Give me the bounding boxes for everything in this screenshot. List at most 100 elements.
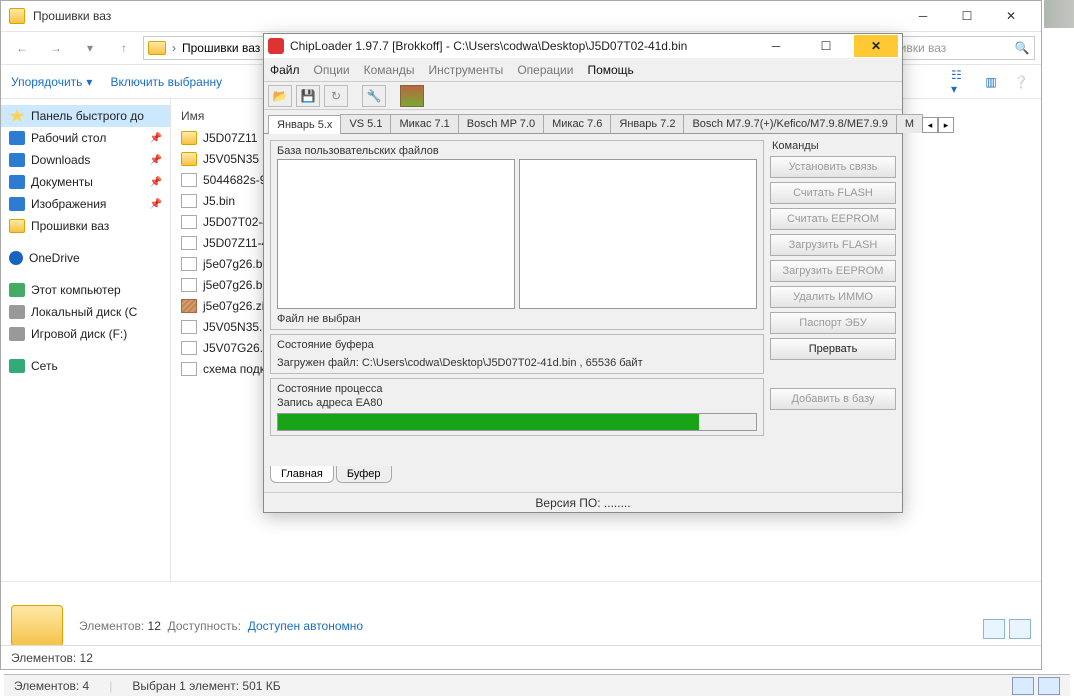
navigation-pane: Панель быстрого до Рабочий стол📌 Downloa…: [1, 99, 171, 581]
chip-title: ChipLoader 1.97.7 [Brokkoff] - C:\Users\…: [290, 39, 748, 53]
status-bar: Версия ПО: ........: [264, 492, 902, 512]
nav-localdisk[interactable]: Локальный диск (C: [1, 301, 170, 323]
process-label: Состояние процесса: [277, 383, 757, 395]
window-title: Прошивки ваз: [33, 9, 901, 23]
minimize-button[interactable]: ─: [754, 35, 798, 57]
read-eeprom-button[interactable]: Считать EEPROM: [770, 208, 896, 230]
tab-scroll-right[interactable]: ▸: [938, 117, 954, 133]
process-group: Состояние процесса Запись адреса EA80: [270, 378, 764, 436]
pin-icon: 📌: [150, 155, 162, 166]
menu-operations[interactable]: Операции: [517, 63, 573, 77]
nav-desktop[interactable]: Рабочий стол📌: [1, 127, 170, 149]
cloud-icon: [9, 251, 23, 265]
userfiles-left-list[interactable]: [277, 159, 515, 309]
reload-button[interactable]: ↻: [324, 85, 348, 107]
help-icon[interactable]: ❔: [1011, 73, 1031, 91]
folder-icon: [9, 8, 25, 24]
nav-images[interactable]: Изображения📌: [1, 193, 170, 215]
tab-mikas76[interactable]: Микас 7.6: [543, 114, 611, 133]
tab-buffer[interactable]: Буфер: [336, 466, 392, 483]
file-icon: [181, 236, 197, 250]
search-input[interactable]: шивки ваз 🔍: [885, 36, 1035, 60]
breadcrumb-item[interactable]: Прошивки ваз: [182, 41, 260, 55]
view-details-button[interactable]: [983, 619, 1005, 639]
view-details-button[interactable]: [1012, 677, 1034, 695]
menu-commands[interactable]: Команды: [364, 63, 415, 77]
drive-icon: [9, 327, 25, 341]
menu-help[interactable]: Помощь: [587, 63, 633, 77]
save-button[interactable]: 💾: [296, 85, 320, 107]
history-dropdown[interactable]: ▾: [75, 35, 105, 61]
progress-fill: [278, 414, 699, 430]
passport-button[interactable]: Паспорт ЭБУ: [770, 312, 896, 334]
maximize-button[interactable]: ☐: [945, 2, 989, 30]
elements-count: 12: [148, 619, 161, 633]
minimize-button[interactable]: ─: [901, 2, 945, 30]
userfiles-right-list[interactable]: [519, 159, 757, 309]
forward-button[interactable]: →: [41, 35, 71, 61]
include-menu[interactable]: Включить выбранну: [110, 75, 222, 89]
write-eeprom-button[interactable]: Загрузить EEPROM: [770, 260, 896, 282]
folder-icon: [9, 219, 25, 233]
elements-info: Элементов: 4: [14, 679, 89, 693]
file-icon: [181, 341, 197, 355]
document-icon: [9, 175, 25, 189]
maximize-button[interactable]: ☐: [804, 35, 848, 57]
preview-pane-icon[interactable]: ▥: [981, 73, 1001, 91]
read-flash-button[interactable]: Считать FLASH: [770, 182, 896, 204]
chevron-right-icon: ›: [170, 41, 178, 55]
file-name: схема подкл: [203, 362, 272, 376]
tab-scroll-left[interactable]: ◂: [922, 117, 938, 133]
back-button[interactable]: ←: [7, 35, 37, 61]
file-name: j5e07g26.zip: [203, 299, 271, 313]
pc-icon: [9, 283, 25, 297]
open-button[interactable]: 📂: [268, 85, 292, 107]
menu-options[interactable]: Опции: [314, 63, 350, 77]
menu-file[interactable]: Файл: [270, 63, 300, 77]
zip-icon: [181, 299, 197, 313]
pin-icon: 📌: [150, 199, 162, 210]
write-flash-button[interactable]: Загрузить FLASH: [770, 234, 896, 256]
organize-menu[interactable]: Упорядочить▾: [11, 75, 92, 89]
nav-network[interactable]: Сеть: [1, 355, 170, 377]
delete-immo-button[interactable]: Удалить ИММО: [770, 286, 896, 308]
tab-vs51[interactable]: VS 5.1: [340, 114, 391, 133]
nav-downloads[interactable]: Downloads📌: [1, 149, 170, 171]
menu-tools[interactable]: Инструменты: [428, 63, 503, 77]
chiploader-window: ChipLoader 1.97.7 [Brokkoff] - C:\Users\…: [263, 33, 903, 513]
close-button[interactable]: ✕: [989, 2, 1033, 30]
image-icon: [9, 197, 25, 211]
nav-documents[interactable]: Документы📌: [1, 171, 170, 193]
add-to-db-button[interactable]: Добавить в базу: [770, 388, 896, 410]
chip-titlebar[interactable]: ChipLoader 1.97.7 [Brokkoff] - C:\Users\…: [264, 34, 902, 58]
tab-more[interactable]: M: [896, 114, 923, 133]
tab-mikas71[interactable]: Микас 7.1: [390, 114, 458, 133]
nav-gamedisk[interactable]: Игровой диск (F:): [1, 323, 170, 345]
tab-january72[interactable]: Январь 7.2: [610, 114, 684, 133]
desktop-icon: [9, 131, 25, 145]
tab-main[interactable]: Главная: [270, 466, 334, 483]
userfiles-group: База пользовательских файлов Файл не выб…: [270, 140, 764, 330]
tab-january5[interactable]: Январь 5.x: [268, 115, 341, 134]
database-button[interactable]: [400, 85, 424, 107]
nav-thispc[interactable]: Этот компьютер: [1, 279, 170, 301]
nav-onedrive[interactable]: OneDrive: [1, 247, 170, 269]
pin-icon: 📌: [150, 177, 162, 188]
connect-button[interactable]: Установить связь: [770, 156, 896, 178]
explorer-titlebar[interactable]: Прошивки ваз ─ ☐ ✕: [1, 1, 1041, 31]
nav-firmware[interactable]: Прошивки ваз: [1, 215, 170, 237]
up-button[interactable]: ↑: [109, 35, 139, 61]
settings-button[interactable]: 🔧: [362, 85, 386, 107]
file-name: J5D07Z11: [203, 131, 257, 145]
view-options-icon[interactable]: ☷ ▾: [951, 73, 971, 91]
secondary-status-bar: Элементов: 4 | Выбран 1 элемент: 501 КБ: [4, 674, 1070, 696]
process-text: Запись адреса EA80: [277, 397, 757, 409]
tab-boschm797[interactable]: Bosch M7.9.7(+)/Kefico/M7.9.8/ME7.9.9: [683, 114, 896, 133]
nav-quick-access[interactable]: Панель быстрого до: [1, 105, 170, 127]
view-icons-button[interactable]: [1038, 677, 1060, 695]
status-elements: Элементов: 12: [11, 651, 93, 665]
abort-button[interactable]: Прервать: [770, 338, 896, 360]
tab-boschmp70[interactable]: Bosch MP 7.0: [458, 114, 544, 133]
close-button[interactable]: ✕: [854, 35, 898, 57]
view-icons-button[interactable]: [1009, 619, 1031, 639]
